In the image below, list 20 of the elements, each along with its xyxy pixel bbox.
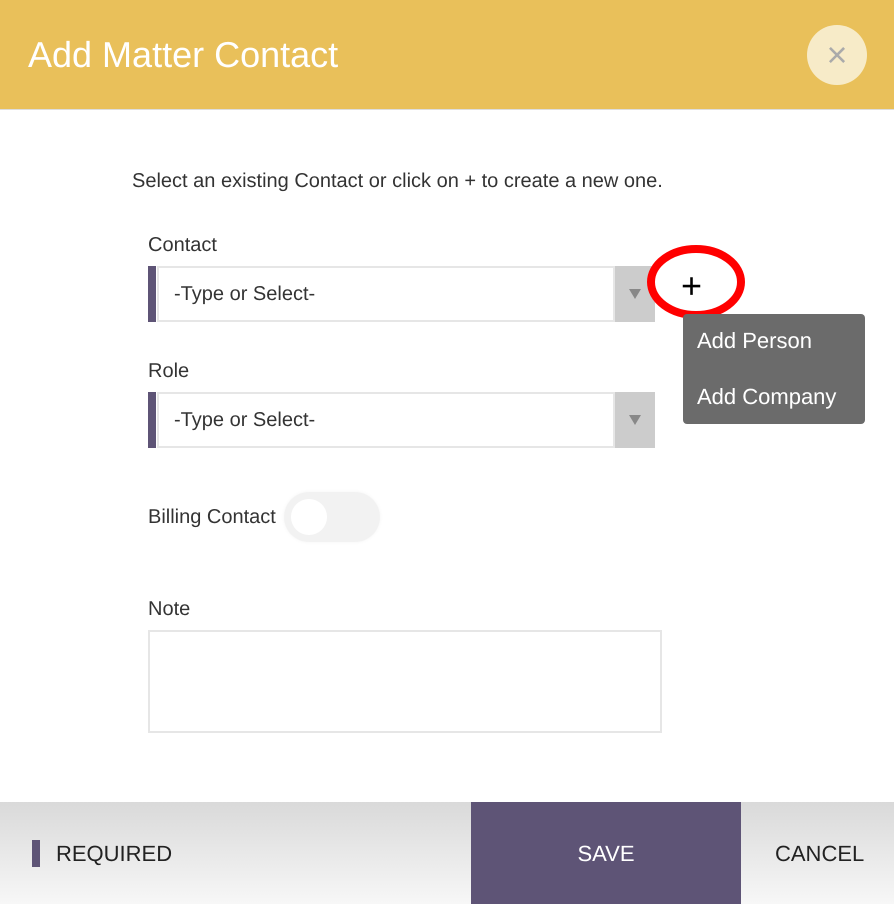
field-label: Contact (148, 233, 218, 258)
menu-item[interactable]: Add Company (683, 384, 865, 410)
field-label: Billing Contact (148, 505, 276, 530)
instruction-text: Select an existing Contact or click on + to create a new one. (132, 169, 663, 194)
field-label: Role (148, 359, 190, 384)
select-field[interactable]: -Type or Select- (157, 266, 615, 322)
dropdown-button[interactable] (615, 392, 655, 448)
caret-icon (629, 415, 641, 425)
cancel-button[interactable]: CANCEL (741, 802, 894, 904)
required-marker (32, 840, 40, 866)
caret-icon (629, 289, 641, 299)
note-field[interactable] (148, 630, 662, 733)
select-field[interactable]: -Type or Select- (157, 392, 615, 448)
menu-item[interactable]: Add Person (683, 328, 865, 354)
dropdown-button[interactable] (615, 266, 655, 322)
required-legend: REQUIRED (56, 836, 172, 870)
add-button[interactable]: + (681, 268, 702, 304)
save-button[interactable]: SAVE (471, 802, 741, 904)
dialog-title: Add Matter Contact (28, 32, 338, 76)
field-label: Note (148, 597, 192, 622)
